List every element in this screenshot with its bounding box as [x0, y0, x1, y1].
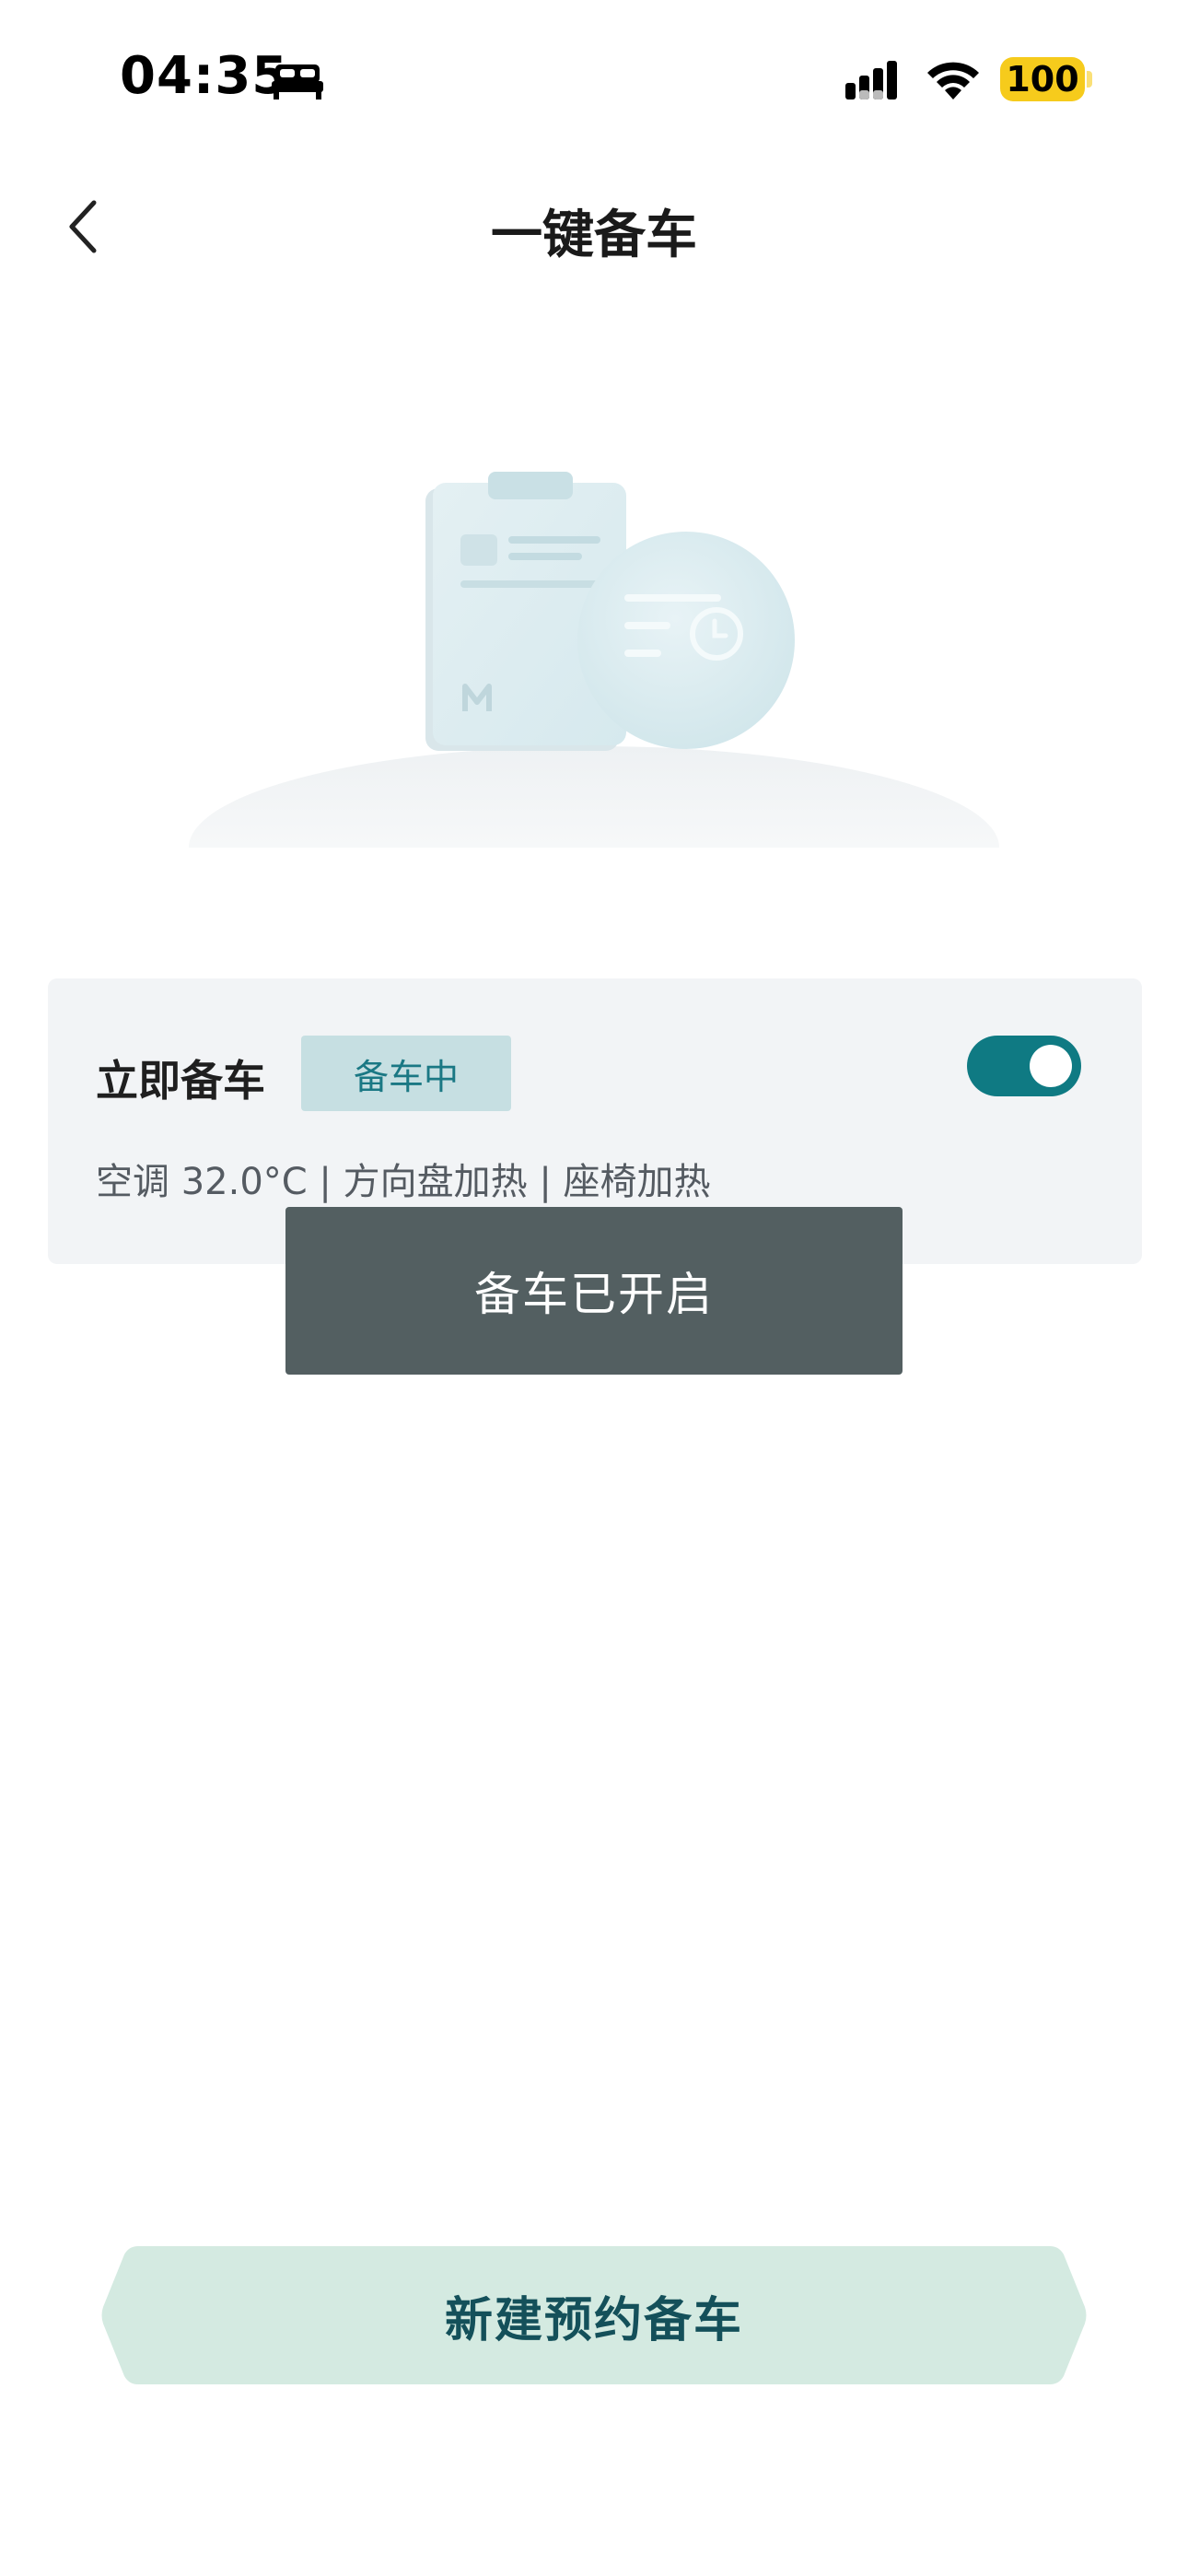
- new-reservation-label: 新建预约备车: [444, 2292, 743, 2348]
- wifi-icon: [927, 62, 979, 100]
- sleep-icon: [272, 64, 323, 100]
- status-bar: 04:35 100: [0, 0, 1188, 157]
- new-reservation-button[interactable]: 新建预约备车: [101, 2246, 1087, 2384]
- nav-bar: 一键备车: [0, 157, 1188, 295]
- battery-indicator: 100: [1000, 57, 1085, 101]
- toggle-knob: [1030, 1045, 1072, 1087]
- signal-icon: [845, 61, 897, 100]
- reservation-illustration: [189, 472, 999, 848]
- status-badge: 备车中: [301, 1036, 511, 1111]
- page: 04:35 100 一键备车 立即备车 备车中 空调 32.0°C | 方向盘加…: [0, 0, 1188, 2576]
- card-detail: 空调 32.0°C | 方向盘加热 | 座椅加热: [96, 1161, 711, 1203]
- toast-message: 备车已开启: [285, 1207, 903, 1375]
- page-title: 一键备车: [491, 205, 697, 265]
- card-title: 立即备车: [96, 1056, 265, 1106]
- battery-nub: [1087, 71, 1092, 88]
- prep-toggle[interactable]: [967, 1036, 1081, 1096]
- status-time: 04:35: [120, 46, 289, 106]
